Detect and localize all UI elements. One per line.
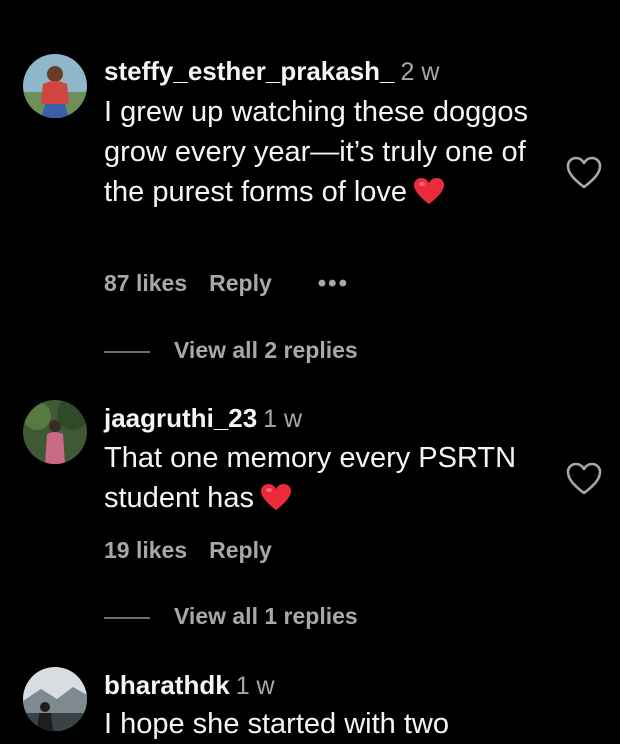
view-replies-button[interactable]: View all 2 replies — [104, 337, 358, 364]
divider-line — [104, 616, 150, 619]
more-options-icon[interactable]: ••• — [318, 270, 349, 298]
comment-username[interactable]: bharathdk — [104, 670, 230, 700]
avatar[interactable] — [23, 54, 87, 118]
comment-text: That one memory every PSRTN student has — [104, 442, 517, 514]
comment-timestamp: 2 w — [400, 58, 440, 86]
reply-button[interactable]: Reply — [209, 270, 272, 297]
like-heart-icon[interactable] — [566, 156, 602, 190]
comment-text-container: I grew up watching these doggos grow eve… — [104, 92, 534, 216]
comment-text-container: I hope she started with two — [104, 704, 534, 744]
comment-text-container: That one memory every PSRTN student has — [104, 438, 534, 522]
divider-line — [104, 350, 150, 353]
view-replies-label[interactable]: View all 1 replies — [174, 603, 358, 629]
reply-button[interactable]: Reply — [209, 537, 272, 564]
avatar-image — [23, 54, 87, 118]
likes-count[interactable]: 19 likes — [104, 537, 187, 564]
comment-username[interactable]: jaagruthi_23 — [104, 403, 257, 433]
avatar-image — [23, 667, 87, 731]
comment-timestamp: 1 w — [235, 672, 275, 700]
avatar-image — [23, 400, 87, 464]
avatar[interactable] — [23, 400, 87, 464]
comment-timestamp: 1 w — [263, 405, 303, 433]
likes-count[interactable]: 87 likes — [104, 270, 187, 297]
view-replies-button[interactable]: View all 1 replies — [104, 603, 358, 630]
comment-text: I grew up watching these doggos grow eve… — [104, 96, 528, 208]
truncated-previous-content: · · · — [0, 0, 620, 8]
avatar[interactable] — [23, 667, 87, 731]
comment-username[interactable]: steffy_esther_prakash_ — [104, 56, 395, 86]
red-heart-emoji-icon — [413, 176, 445, 216]
view-replies-label[interactable]: View all 2 replies — [174, 337, 358, 363]
comment-text: I hope she started with two — [104, 708, 449, 740]
like-heart-icon[interactable] — [566, 462, 602, 496]
red-heart-emoji-icon — [260, 482, 292, 522]
